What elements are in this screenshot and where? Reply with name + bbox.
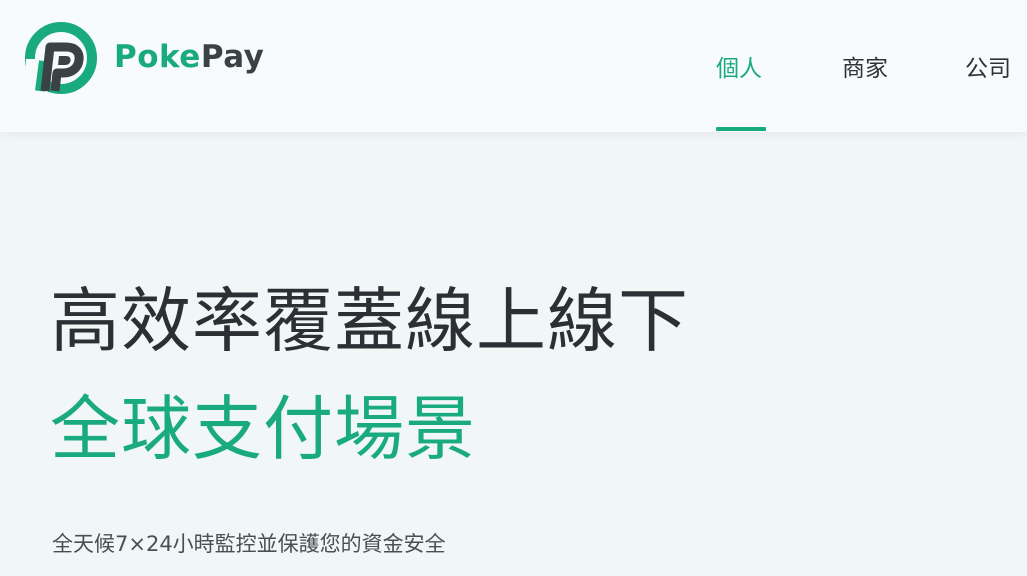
hero-section: 高效率覆蓋線上線下 全球支付場景 全天候7×24小時監控並保護您的資金安全 (0, 132, 1027, 576)
brand-name: PokePay (114, 39, 265, 75)
pokepay-logo-icon (25, 22, 97, 95)
hero-headline-line1: 高效率覆蓋線上線下 (50, 280, 689, 362)
hero-subtitle: 全天候7×24小時監控並保護您的資金安全 (52, 532, 446, 556)
nav-item-company[interactable]: 公司 (965, 52, 1011, 86)
site-header: PokePay 個人 商家 公司 (0, 0, 1027, 132)
nav-item-personal[interactable]: 個人 (716, 52, 762, 86)
brand-logo[interactable]: PokePay (22, 20, 264, 96)
nav-active-indicator (716, 127, 766, 131)
nav-item-merchant[interactable]: 商家 (842, 52, 888, 86)
hero-headline-line2: 全球支付場景 (50, 388, 476, 470)
